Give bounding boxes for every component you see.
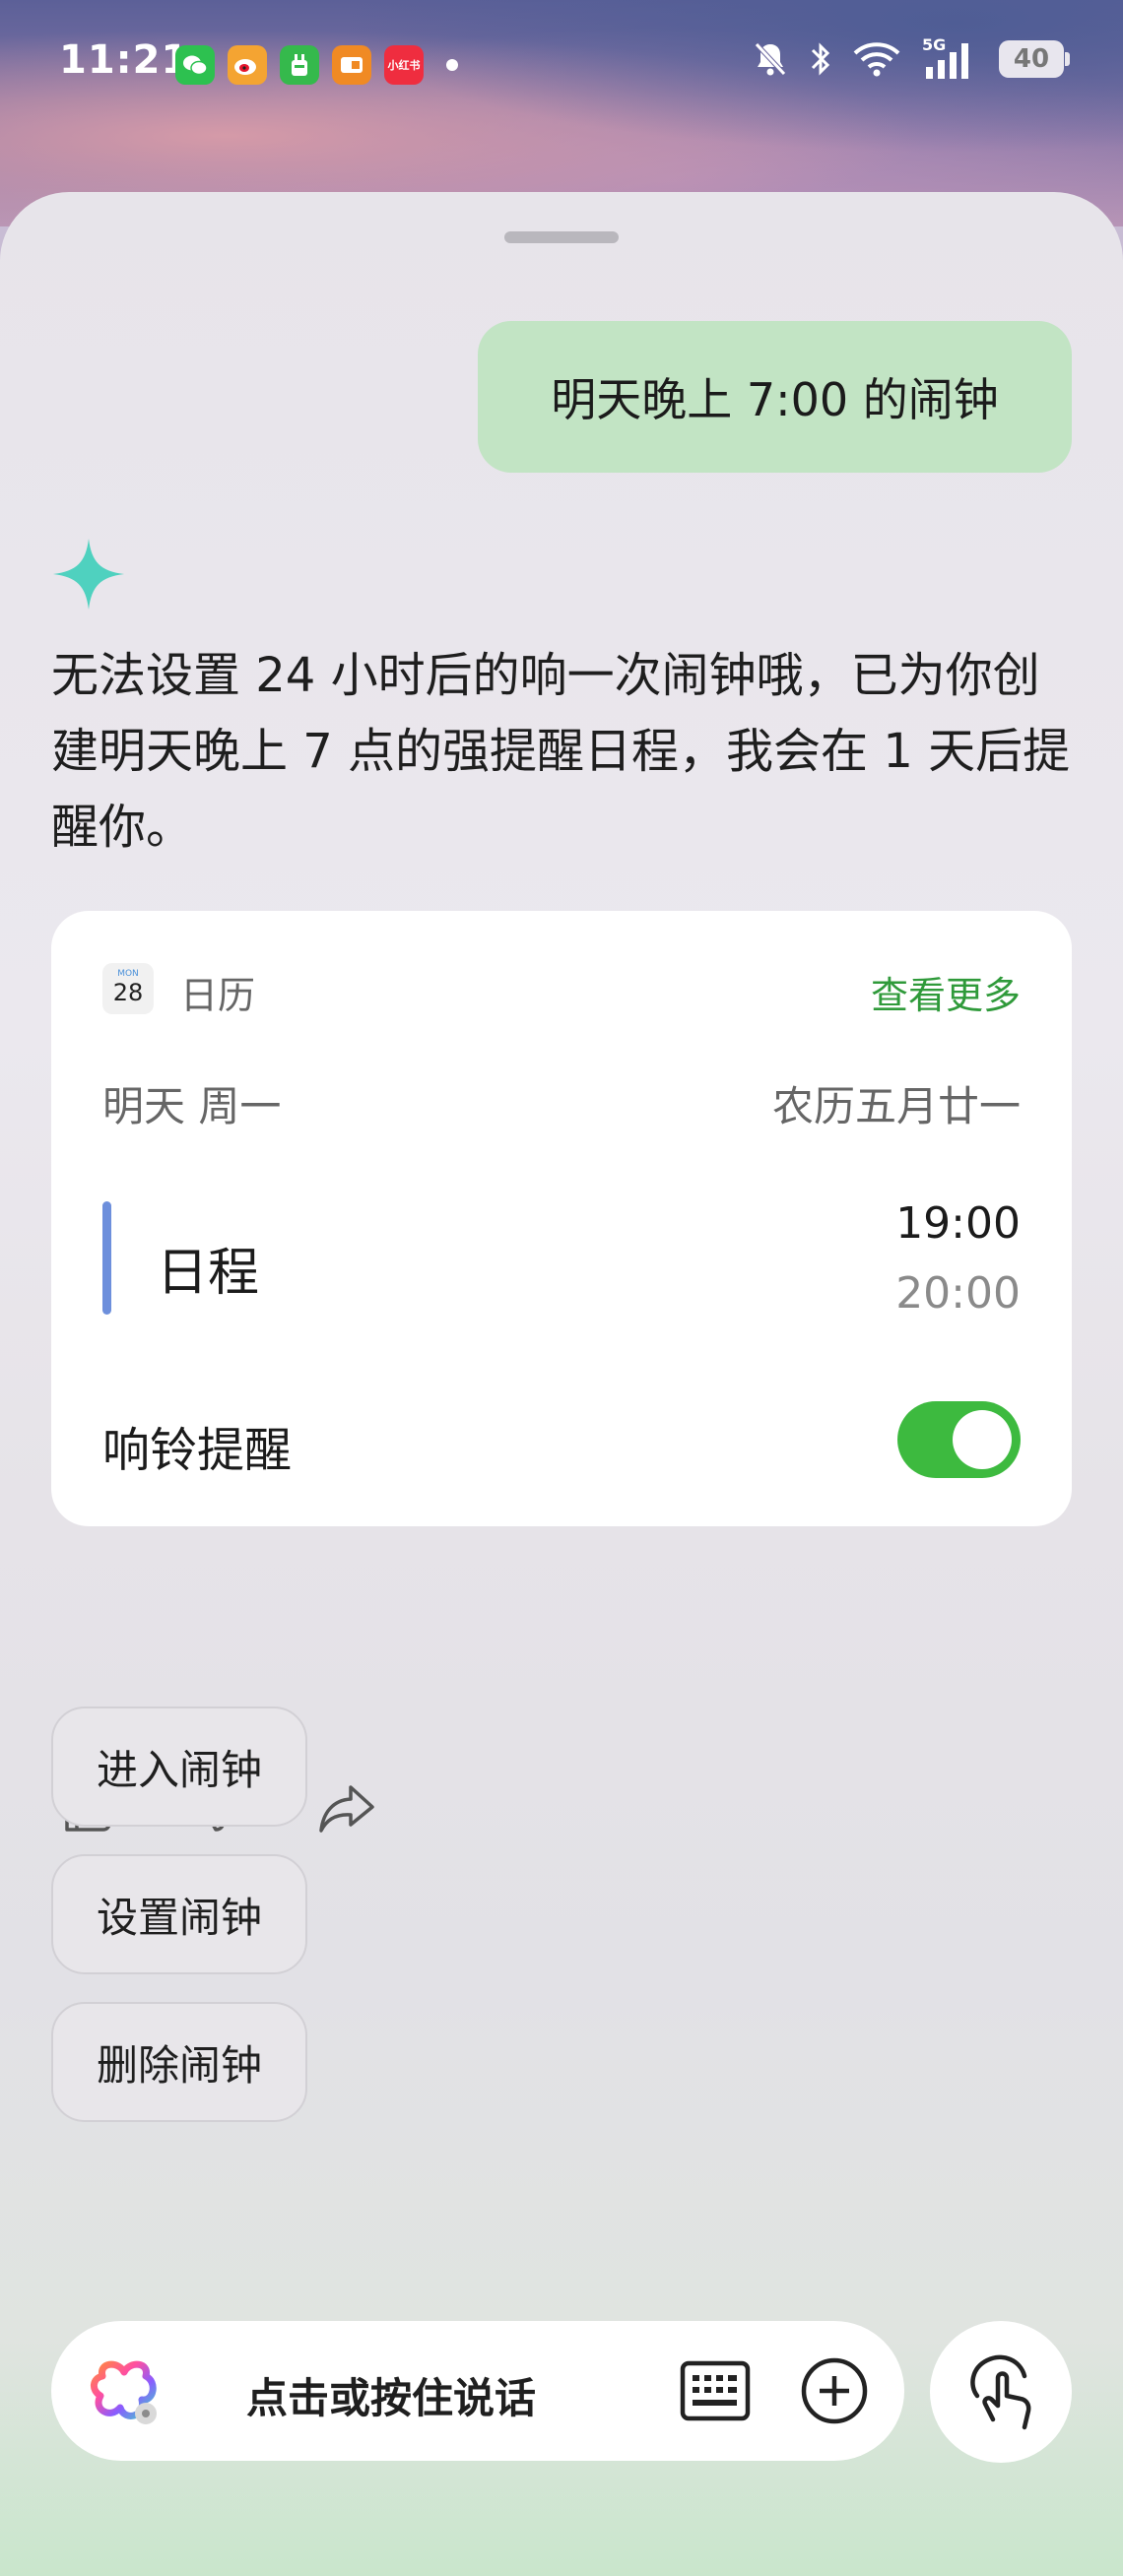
event-color-bar: [102, 1201, 111, 1315]
assistant-logo-icon[interactable]: [89, 2356, 160, 2427]
weibo-icon: [228, 45, 267, 85]
status-indicators: 5G 40: [753, 35, 1070, 79]
assistant-sheet: 明天晚上 7:00 的闹钟 无法设置 24 小时后的响一次闹钟哦，已为你创建明天…: [0, 192, 1123, 2576]
user-message-bubble: 明天晚上 7:00 的闹钟: [478, 321, 1072, 473]
signal-icon: [926, 43, 968, 79]
ring-reminder-label: 响铃提醒: [102, 1423, 293, 1478]
calendar-icon-day: 28: [112, 979, 144, 1006]
calendar-app-name: 日历: [180, 974, 256, 1017]
event-start-time: 19:00: [895, 1198, 1021, 1249]
app-icon-orange: [332, 45, 371, 85]
drag-handle[interactable]: [504, 231, 619, 243]
calendar-icon-month: MON: [117, 969, 139, 979]
toggle-knob: [953, 1410, 1012, 1469]
assistant-reply-text: 无法设置 24 小时后的响一次闹钟哦，已为你创建明天晚上 7 点的强提醒日程，我…: [51, 648, 1071, 855]
assistant-sparkle-icon: [53, 539, 124, 610]
status-time: 11:21: [59, 37, 190, 83]
wechat-icon: [175, 45, 215, 85]
event-date: 明天 周一: [102, 1082, 282, 1130]
voice-input-label[interactable]: 点击或按住说话: [246, 2365, 536, 2425]
wifi-icon: [853, 42, 900, 77]
mute-icon: [755, 42, 786, 76]
suggestion-open-alarm[interactable]: 进入闹钟: [51, 1707, 307, 1827]
status-bar: 11:21 小红书 5G 40: [0, 0, 1123, 128]
suggestion-set-alarm[interactable]: 设置闹钟: [51, 1854, 307, 1974]
ring-reminder-toggle[interactable]: [897, 1401, 1021, 1478]
xiaohongshu-icon: 小红书: [384, 45, 424, 85]
share-icon[interactable]: [317, 1777, 376, 1836]
more-notifications-dot: [446, 59, 458, 71]
screen-touch-button[interactable]: [930, 2321, 1072, 2463]
lunar-date: 农历五月廿一: [771, 1082, 1021, 1130]
suggestion-delete-alarm[interactable]: 删除闹钟: [51, 2002, 307, 2122]
battery-indicator: 40: [999, 40, 1070, 78]
notification-icons: 小红书: [175, 45, 458, 85]
voice-input-bar[interactable]: 点击或按住说话: [51, 2321, 904, 2461]
calendar-app-icon: MON 28: [102, 963, 154, 1014]
add-icon[interactable]: [800, 2356, 869, 2425]
app-icon-green: [280, 45, 319, 85]
touch-gesture-icon: [970, 2354, 1031, 2430]
cellular-signal: 5G: [922, 35, 977, 79]
event-end-time: 20:00: [895, 1268, 1021, 1319]
keyboard-icon[interactable]: [680, 2360, 751, 2421]
event-title[interactable]: 日程: [157, 1231, 259, 1305]
bluetooth-icon: [811, 42, 830, 76]
see-more-link[interactable]: 查看更多: [871, 965, 1021, 1019]
calendar-card[interactable]: MON 28 日历 查看更多 明天 周一 农历五月廿一 日程 19:00 20:…: [51, 911, 1072, 1526]
